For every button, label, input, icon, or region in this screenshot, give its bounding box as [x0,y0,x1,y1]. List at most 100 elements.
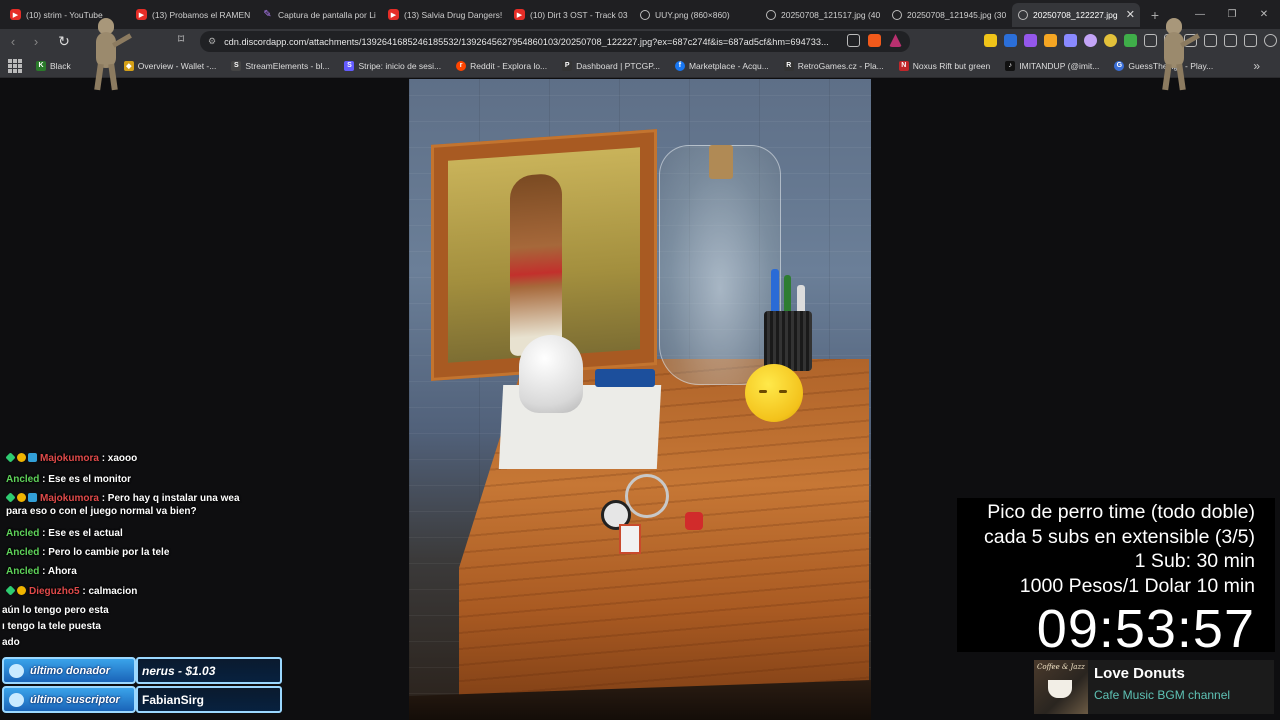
reload-icon[interactable]: ↻ [54,32,74,52]
badge-icon [28,453,37,462]
tab-active[interactable]: 20250708_122227.jpg ✕ [1012,2,1140,27]
badge-icon [5,492,16,503]
address-bar[interactable]: ⚙ cdn.discordapp.com/attachments/1392641… [200,31,910,52]
photo-blue-box [595,369,655,387]
chat-username: Majokumora [40,493,99,504]
tab-6[interactable]: 20250708_121517.jpg (40 [760,3,886,27]
extension-icon[interactable] [1044,34,1057,47]
chat-text: : Pero lo cambie por la tele [42,547,170,558]
chat-text: : calmacion [82,586,138,597]
now-playing-widget: Coffee & Jazz Love Donuts Cafe Music BGM… [1034,660,1274,714]
song-title: Love Donuts [1094,665,1185,682]
bookmark-item[interactable]: ♪ IMITANDUP (@imit... [1005,60,1100,71]
bookmark-label: Dashboard | PTCGP... [576,60,660,71]
chat-message: Ancled : Ese es el monitor [6,473,252,486]
chat-badges [5,492,37,503]
more-bookmarks-icon[interactable]: » [1253,59,1260,73]
site-info-icon[interactable]: ⚙ [208,36,216,47]
photo-red-key [685,512,703,530]
bookmark-item[interactable]: r Reddit - Explora lo... [456,60,547,71]
back-icon[interactable]: ‹ [3,32,23,52]
globe-icon [1018,9,1028,20]
photo-keys [599,474,719,554]
chat-message: Majokumora : Pero hay q instalar una wea… [5,492,252,518]
last-sub-tag: último suscriptor [2,686,136,713]
chat-username: Majokumora [40,453,99,464]
extension-icon[interactable] [1104,34,1117,47]
bookmark-label: IMITANDUP (@imit... [1019,60,1100,71]
subathon-line: 1000 Pesos/1 Dolar 10 min [1019,574,1255,597]
extension-icon[interactable] [1064,34,1077,47]
bookmark-favicon-icon: N [898,60,909,71]
close-window-icon[interactable]: ✕ [1248,0,1280,29]
photo-keychain-card [619,524,641,554]
window-controls: — ❐ ✕ [1184,0,1280,29]
last-donor-tag: último donador [2,657,136,684]
tab-3[interactable]: ▶ (13) Salvia Drug Dangers! [382,3,508,27]
tab-2[interactable]: ✎ Captura de pantalla por Li [256,3,382,27]
bookmark-item[interactable]: f Marketplace - Acqu... [674,60,769,71]
last-sub-bar: último suscriptor FabianSirg [2,686,282,713]
brave-rewards-icon[interactable] [889,34,902,47]
chat-message: Ancled : Ahora [6,565,252,578]
tab-1[interactable]: ▶ (13) Probamos el RAMEN [130,3,256,27]
vpn-icon[interactable] [1244,34,1257,47]
forward-icon[interactable]: › [26,32,46,52]
tab-5[interactable]: UUY.png (860×860) [634,3,760,27]
bookmark-item[interactable]: S StreamElements - bl... [231,60,330,71]
wallet-icon[interactable] [1204,34,1217,47]
bookmark-item[interactable]: P Dashboard | PTCGP... [562,60,660,71]
bookmark-item[interactable]: R RetroGames.cz - Pla... [783,60,884,71]
close-tab-icon[interactable]: ✕ [1126,8,1135,21]
badge-icon [17,453,26,462]
displayed-photo[interactable] [409,79,871,720]
extension-icon[interactable] [1084,34,1097,47]
chat-partial-text: aún lo tengo pero esta [2,605,109,616]
youtube-icon: ▶ [136,9,147,20]
subathon-line: 1 Sub: 30 min [1134,550,1255,572]
bookmark-item[interactable]: K Black [36,60,71,71]
address-toolbar: ‹ › ↻ ⌑ ⚙ cdn.discordapp.com/attachments… [0,29,1280,54]
bookmark-icon[interactable]: ⌑ [178,32,184,46]
tab-label: 20250708_121945.jpg (30 [907,9,1006,20]
song-artist: Cafe Music BGM channel [1094,688,1231,702]
extension-icon[interactable] [1024,34,1037,47]
subathon-timer: 09:53:57 [1036,599,1255,659]
bookmark-item[interactable]: ◆ Overview - Wallet -... [123,60,216,71]
pen-icon: ✎ [263,9,272,20]
bookmark-item[interactable]: N Noxus Rift but green [898,60,990,71]
chat-username: Ancled [6,547,40,558]
extension-icon[interactable] [984,34,997,47]
apps-grid-icon[interactable] [8,58,22,73]
bookmarks-bar: K Black ◆ Overview - Wallet -... S StreamEl… [0,54,1280,78]
chat-message: Ancled : Ese es el actual [6,527,252,540]
bookmark-label: StreamElements - bl... [245,60,330,71]
badge-icon [17,586,26,595]
last-sub-value: FabianSirg [136,686,282,713]
leo-icon[interactable] [1224,34,1237,47]
last-donor-bar: último donador nerus - $1.03 [2,657,282,684]
extension-icon[interactable] [1124,34,1137,47]
bookmark-item[interactable]: S Stripe: inicio de sesi... [344,60,441,71]
chat-username: Ancled [6,566,40,577]
url-text[interactable]: cdn.discordapp.com/attachments/139264168… [224,37,834,47]
last-donor-label: último donador [30,664,111,677]
bookmark-favicon-icon: f [674,60,685,71]
profile-icon[interactable] [1264,34,1277,47]
tab-4[interactable]: ▶ (10) Dirt 3 OST - Track 03 [508,3,634,27]
photo-emoji-ball [745,364,803,422]
tab-label: Captura de pantalla por Li [278,9,376,20]
bookmark-label: RetroGames.cz - Pla... [797,60,884,71]
chat-partial-text: ado [2,637,20,648]
page-viewport: Majokumora : xaooo Ancled : Ese es el mo… [0,79,1280,720]
youtube-icon: ▶ [388,9,399,20]
youtube-icon: ▶ [514,9,525,20]
share-icon[interactable] [847,34,860,47]
badge-icon [17,493,26,502]
tab-label: 20250708_121517.jpg (40 [781,9,880,20]
restore-icon[interactable]: ❐ [1216,0,1248,29]
tab-label: (10) Dirt 3 OST - Track 03 [530,9,628,20]
brave-shield-icon[interactable] [868,34,881,47]
tab-7[interactable]: 20250708_121945.jpg (30 [886,3,1012,27]
extension-icon[interactable] [1004,34,1017,47]
